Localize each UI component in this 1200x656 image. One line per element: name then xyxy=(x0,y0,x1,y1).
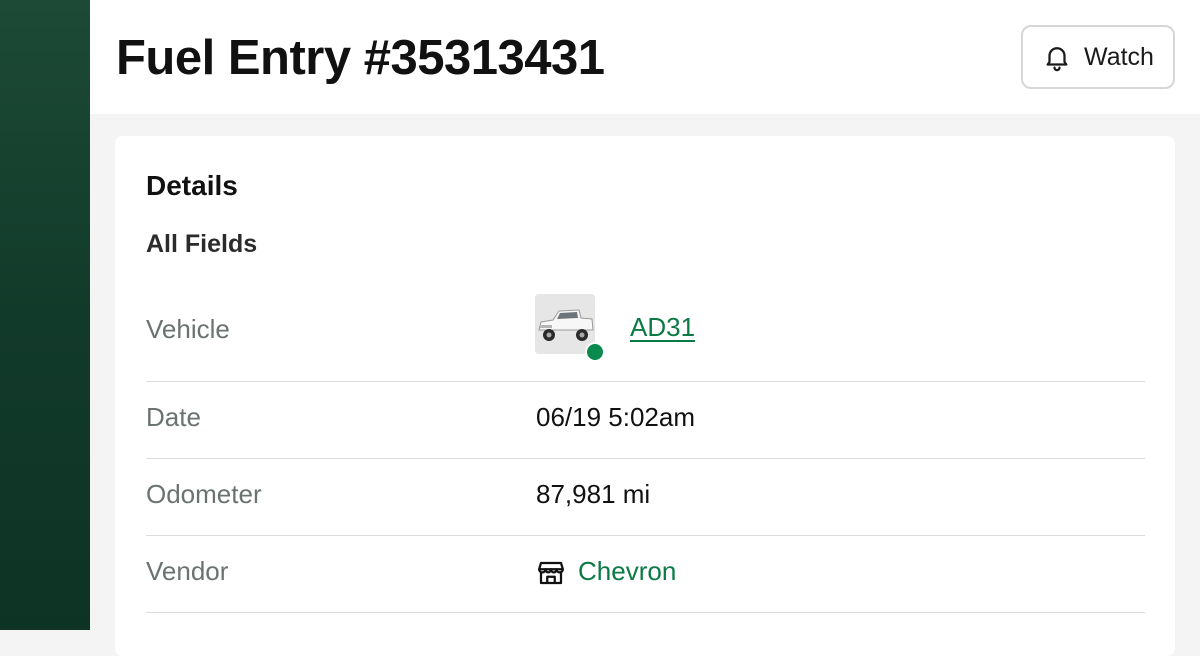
odometer-label: Odometer xyxy=(146,479,262,509)
vehicle-label: Vehicle xyxy=(146,314,230,344)
all-fields-heading: All Fields xyxy=(146,230,258,258)
page-title: Fuel Entry #35313431 xyxy=(116,31,605,85)
vehicle-photo[interactable] xyxy=(535,294,605,362)
date-value: 06/19 5:02am xyxy=(536,402,696,432)
field-row-odometer: Odometer 87,981 mi xyxy=(146,459,1145,536)
watch-button-label: Watch xyxy=(1084,42,1154,71)
field-row-date: Date 06/19 5:02am xyxy=(146,382,1145,459)
vendor-link[interactable]: Chevron xyxy=(578,556,676,587)
vendor-label: Vendor xyxy=(146,556,229,586)
page-header: Fuel Entry #35313431 Watch xyxy=(90,0,1200,114)
watch-button[interactable]: Watch xyxy=(1021,25,1175,89)
field-row-vehicle: Vehicle AD31 xyxy=(146,284,1145,382)
details-card: Details All Fields Vehicle AD31 Date 06/… xyxy=(115,136,1175,656)
details-title: Details xyxy=(146,170,238,201)
storefront-icon xyxy=(536,558,566,588)
vehicle-link[interactable]: AD31 xyxy=(630,312,695,343)
field-row-vendor: Vendor Chevron xyxy=(146,536,1145,613)
sidebar xyxy=(0,0,90,630)
bell-icon xyxy=(1042,42,1072,72)
vehicle-status-dot xyxy=(585,342,605,362)
odometer-value: 87,981 mi xyxy=(536,479,651,509)
date-label: Date xyxy=(146,402,201,432)
